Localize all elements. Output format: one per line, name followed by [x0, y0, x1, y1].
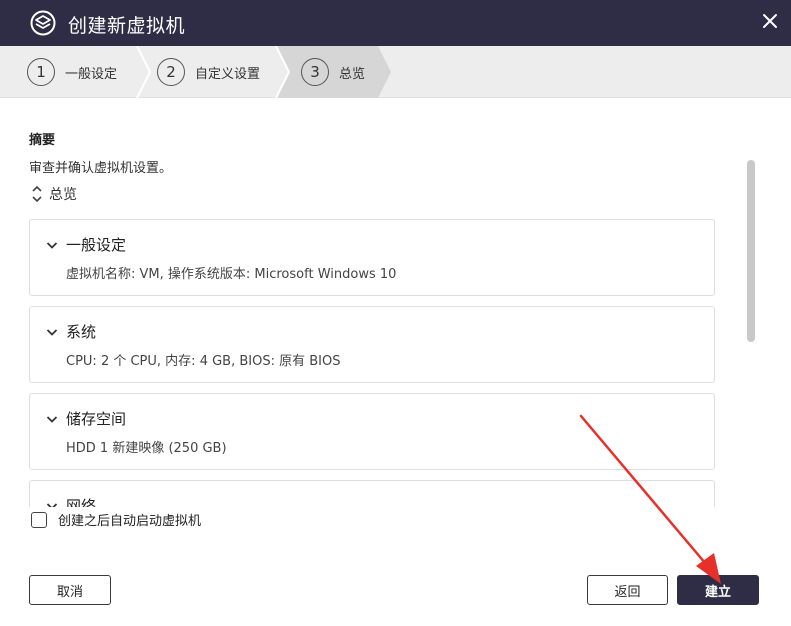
card-title: 系统 [66, 323, 97, 341]
vm-logo-icon [30, 10, 56, 36]
card-storage: 储存空间 HDD 1 新建映像 (250 GB) [29, 393, 715, 470]
autostart-label: 创建之后自动启动虚拟机 [58, 514, 202, 529]
card-header[interactable]: 储存空间 [46, 408, 126, 429]
card-network: 网络 [29, 480, 715, 507]
step-number: 2 [157, 58, 185, 86]
chevron-down-icon [46, 502, 58, 507]
chevron-down-icon [46, 328, 58, 336]
card-system: 系统 CPU: 2 个 CPU, 内存: 4 GB, BIOS: 原有 BIOS [29, 306, 715, 383]
content-panel: 摘要 审查并确认虚拟机设置。 总览 一般设定 虚拟机名称: VM, 操作系统版本… [0, 98, 791, 626]
card-title: 储存空间 [66, 410, 127, 428]
step-label: 自定义设置 [195, 66, 261, 82]
step-general[interactable]: 1 一般设定 [27, 46, 117, 98]
expand-collapse-icon [32, 185, 42, 203]
scrollbar-thumb[interactable] [747, 160, 755, 342]
overview-toggle[interactable]: 总览 [31, 184, 77, 204]
active-step-background [136, 46, 391, 98]
cancel-button[interactable]: 取消 [29, 575, 111, 605]
window-title: 创建新虚拟机 [68, 15, 186, 37]
card-header[interactable]: 网络 [46, 495, 96, 507]
card-detail: CPU: 2 个 CPU, 内存: 4 GB, BIOS: 原有 BIOS [66, 354, 341, 369]
wizard-steps: 1 一般设定 2 自定义设置 3 总览 [0, 46, 791, 98]
create-button[interactable]: 建立 [677, 575, 759, 605]
card-header[interactable]: 一般设定 [46, 234, 126, 255]
card-header[interactable]: 系统 [46, 321, 96, 342]
chevron-down-icon [46, 241, 58, 249]
checkbox[interactable] [31, 511, 47, 528]
card-title: 网络 [66, 497, 97, 507]
step-number: 1 [27, 58, 55, 86]
summary-title: 摘要 [29, 133, 56, 148]
card-title: 一般设定 [66, 236, 127, 254]
step-custom-settings[interactable]: 2 自定义设置 [157, 46, 260, 98]
card-detail: 虚拟机名称: VM, 操作系统版本: Microsoft Windows 10 [66, 267, 397, 282]
overview-label: 总览 [49, 187, 77, 203]
card-general: 一般设定 虚拟机名称: VM, 操作系统版本: Microsoft Window… [29, 219, 715, 296]
step-label: 一般设定 [65, 66, 118, 82]
step-number: 3 [301, 58, 329, 86]
summary-card-list: 一般设定 虚拟机名称: VM, 操作系统版本: Microsoft Window… [29, 219, 719, 507]
card-detail: HDD 1 新建映像 (250 GB) [66, 441, 227, 456]
summary-description: 审查并确认虚拟机设置。 [29, 161, 173, 176]
title-bar: 创建新虚拟机 [0, 0, 791, 46]
autostart-checkbox[interactable]: 创建之后自动启动虚拟机 [31, 510, 201, 529]
chevron-down-icon [46, 415, 58, 423]
close-icon[interactable] [760, 11, 780, 31]
step-overview[interactable]: 3 总览 [301, 46, 365, 98]
back-button[interactable]: 返回 [587, 575, 668, 605]
step-label: 总览 [339, 66, 366, 82]
